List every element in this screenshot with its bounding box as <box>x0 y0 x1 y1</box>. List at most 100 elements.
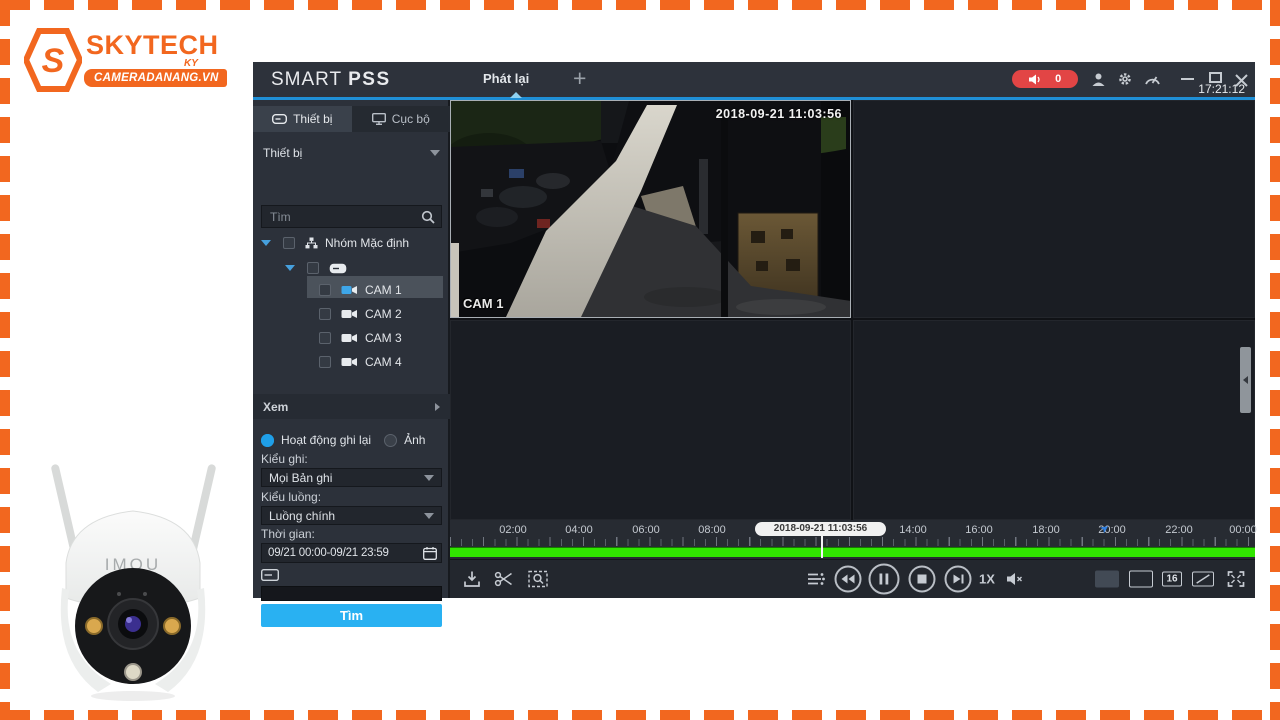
video-channel-label: CAM 1 <box>463 296 504 311</box>
download-button[interactable] <box>464 571 481 588</box>
new-tab-button[interactable]: + <box>573 65 586 92</box>
next-frame-button[interactable] <box>944 565 972 593</box>
settings-gear-icon[interactable] <box>1115 69 1135 89</box>
mute-speaker-icon[interactable] <box>1007 573 1023 586</box>
tab-local-label: Cục bộ <box>391 112 430 126</box>
playback-toolbar: 1X 16 <box>450 559 1255 598</box>
timeline[interactable]: 02:00 04:00 06:00 08:00 14:00 16:00 18:0… <box>450 520 1257 559</box>
device-select-icon[interactable] <box>261 569 279 581</box>
digital-zoom-button[interactable] <box>528 570 548 588</box>
camera-icon <box>341 358 357 366</box>
chevron-down-icon <box>430 149 440 156</box>
record-type-select[interactable]: Mọi Bản ghi <box>261 468 442 487</box>
smartpss-window: SMART PSS Phát lại + 0 17:21:12 Thiết bị… <box>253 62 1257 627</box>
device-filter-dropdown[interactable]: Thiết bị <box>253 140 450 165</box>
tick-label: 00:00 <box>1229 524 1257 536</box>
svg-text:S: S <box>42 42 65 80</box>
panel-collapse-handle[interactable] <box>1240 347 1251 413</box>
chevron-down-icon <box>424 512 434 519</box>
alarm-count: 0 <box>1055 73 1062 85</box>
playback-speed[interactable]: 1X <box>979 572 995 587</box>
nvr-device-icon <box>329 263 347 273</box>
search-icon[interactable] <box>421 210 435 224</box>
titlebar: SMART PSS Phát lại + 0 <box>253 62 1255 97</box>
tab-local[interactable]: Cục bộ <box>351 106 450 132</box>
calendar-icon[interactable] <box>423 547 437 560</box>
stream-type-select[interactable]: Luồng chính <box>261 506 442 525</box>
alarm-indicator[interactable]: 0 <box>1012 70 1078 88</box>
logo-site: CAMERADANANG.VN <box>84 69 227 87</box>
frame-border-right <box>1270 0 1280 720</box>
radio-picture[interactable] <box>384 433 398 447</box>
logo-sub: KY <box>184 58 198 69</box>
tree-node-cam2[interactable]: CAM 2 <box>253 303 450 325</box>
cam4-label: CAM 4 <box>365 355 402 369</box>
pause-button[interactable] <box>868 563 900 595</box>
minimize-button[interactable] <box>1181 78 1194 80</box>
record-type-value: Mọi Bản ghi <box>269 470 333 485</box>
grid-16-split-button[interactable]: 16 <box>1162 571 1182 587</box>
video-cell-2[interactable] <box>853 100 1255 318</box>
nvr-checkbox[interactable] <box>307 262 319 274</box>
imou-camera-product-image: IMOU <box>36 448 231 703</box>
chevron-down-icon <box>424 474 434 481</box>
cam2-label: CAM 2 <box>365 307 402 321</box>
cam1-checkbox[interactable] <box>319 284 331 296</box>
tick-label: 06:00 <box>632 524 660 536</box>
cam3-checkbox[interactable] <box>319 332 331 344</box>
video-osd-timestamp: 2018-09-21 11:03:56 <box>715 107 842 121</box>
tree-node-cam4[interactable]: CAM 4 <box>253 351 450 373</box>
rewind-button[interactable] <box>834 565 862 593</box>
sidebar-tabs: Thiết bị Cục bộ <box>253 106 450 132</box>
cam3-label: CAM 3 <box>365 331 402 345</box>
speaker-icon <box>1028 74 1040 84</box>
tree-node-cam1[interactable]: CAM 1 <box>253 279 450 301</box>
fullscreen-button[interactable] <box>1227 571 1245 587</box>
timeline-recording-bar[interactable] <box>450 547 1255 557</box>
radio-record-selected[interactable] <box>261 433 274 447</box>
clip-scissors-button[interactable] <box>494 571 514 587</box>
tree-group-label: Nhóm Mặc định <box>325 236 410 250</box>
find-button[interactable]: Tìm <box>261 604 442 627</box>
expand-chevron-icon[interactable] <box>285 265 295 271</box>
dashboard-gauge-icon[interactable] <box>1142 69 1162 89</box>
grid-4-split-button[interactable] <box>1095 570 1119 588</box>
tree-node-group[interactable]: Nhóm Mặc định <box>253 232 450 254</box>
grid-9-split-button[interactable] <box>1129 570 1153 588</box>
user-icon[interactable] <box>1088 69 1108 89</box>
group-checkbox[interactable] <box>283 237 295 249</box>
tree-node-cam3[interactable]: CAM 3 <box>253 327 450 349</box>
video-cell-4[interactable] <box>853 320 1255 520</box>
stream-type-value: Luồng chính <box>269 508 336 523</box>
video-grid: 2018-09-21 11:03:56 CAM 1 <box>450 100 1255 520</box>
tab-device[interactable]: Thiết bị <box>253 106 352 132</box>
app-title-pss: PSS <box>348 69 391 90</box>
radio-picture-label: Ảnh <box>404 433 426 447</box>
time-range-input[interactable] <box>261 543 442 563</box>
video-cell-cam1[interactable]: 2018-09-21 11:03:56 CAM 1 <box>450 100 851 318</box>
cam1-label: CAM 1 <box>365 283 402 297</box>
app-title: SMART PSS <box>271 69 391 91</box>
expand-chevron-icon[interactable] <box>261 240 271 246</box>
camera-icon <box>341 334 357 342</box>
tree-node-nvr[interactable] <box>253 257 450 279</box>
stream-type-label: Kiểu luồng: <box>261 490 322 504</box>
timeline-playhead[interactable] <box>821 533 823 558</box>
cam2-checkbox[interactable] <box>319 308 331 320</box>
skytech-logo: S SKYTECH KY CAMERADANANG.VN <box>22 28 227 98</box>
search-input[interactable] <box>261 205 442 228</box>
tab-playback[interactable]: Phát lại <box>483 71 529 86</box>
monitor-icon <box>371 113 386 125</box>
custom-split-button[interactable] <box>1192 571 1214 587</box>
timeline-position-bubble[interactable]: 2018-09-21 11:03:56 <box>755 522 886 536</box>
record-list-button[interactable] <box>807 572 825 586</box>
group-tree-icon <box>305 237 318 249</box>
cam4-checkbox[interactable] <box>319 356 331 368</box>
video-cell-3[interactable] <box>450 320 851 520</box>
stop-button[interactable] <box>908 565 936 593</box>
view-section-header[interactable]: Xem <box>253 394 450 419</box>
collapse-left-icon <box>1243 376 1248 384</box>
record-result-field[interactable] <box>261 586 442 601</box>
app-title-smart: SMART <box>271 69 342 90</box>
frame-border-left <box>0 0 10 720</box>
